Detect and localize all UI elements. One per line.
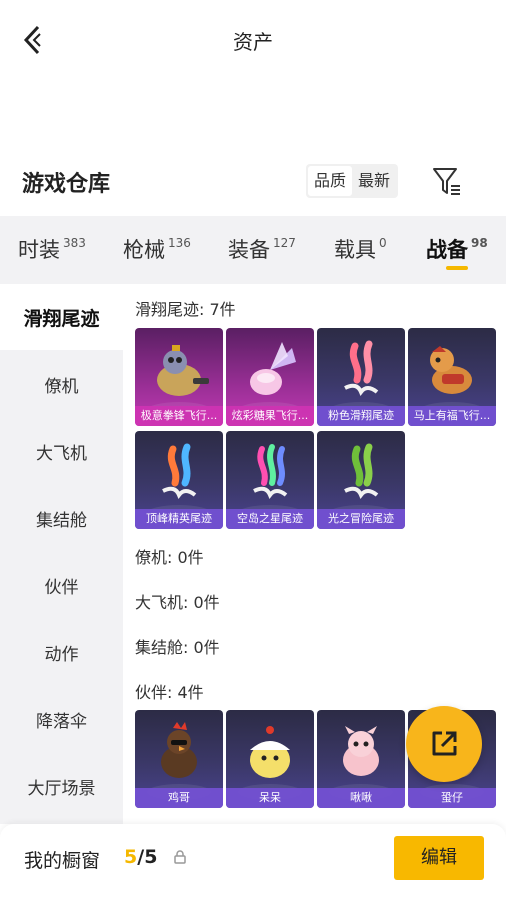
- item-name: 炫彩糖果飞行...: [226, 406, 314, 426]
- tab-count: 127: [273, 236, 296, 250]
- page-title: 资产: [233, 30, 273, 54]
- item-card[interactable]: 鸡哥: [135, 710, 223, 808]
- showcase-label: 我的橱窗: [24, 850, 101, 872]
- green-trail-icon: [344, 443, 379, 500]
- tab-guns[interactable]: 枪械 136: [123, 234, 191, 264]
- sidebar-item-partner[interactable]: 伙伴: [0, 552, 123, 618]
- tab-count: 98: [471, 236, 488, 250]
- tab-count: 383: [63, 236, 86, 250]
- lock-icon: [174, 850, 186, 864]
- item-name: 马上有福飞行...: [408, 406, 496, 426]
- category-tabs: 时装 383 枪械 136 装备 127 载具 0 战备 98: [0, 216, 506, 284]
- item-name: 光之冒险尾迹: [317, 509, 405, 529]
- cat-rider-icon: [157, 345, 209, 396]
- item-card[interactable]: 啾啾: [317, 710, 405, 808]
- tab-combat-gear[interactable]: 战备 98: [426, 234, 488, 264]
- candy-wing-icon: [250, 342, 296, 395]
- item-name: 空岛之星尾迹: [226, 509, 314, 529]
- tab-equipment[interactable]: 装备 127: [228, 234, 296, 264]
- item-name: 呆呆: [226, 788, 314, 808]
- section-header-wingman: 僚机: 0件: [135, 548, 204, 567]
- item-name: 极意拳锋飞行...: [135, 406, 223, 426]
- item-name: 啾啾: [317, 788, 405, 808]
- tab-count: 0: [379, 236, 387, 250]
- horse-icon: [430, 346, 472, 394]
- sidebar-item-wingman[interactable]: 僚机: [0, 351, 123, 417]
- item-card[interactable]: 马上有福飞行...: [408, 328, 496, 426]
- section-header-capsule: 集结舱: 0件: [135, 638, 220, 657]
- tab-label: 战备: [426, 238, 468, 262]
- item-card[interactable]: 顶峰精英尾迹: [135, 431, 223, 529]
- sort-option-quality[interactable]: 品质: [308, 166, 353, 196]
- external-link-icon: [432, 731, 457, 756]
- section-header-big-plane: 大飞机: 0件: [135, 593, 220, 612]
- filter-button[interactable]: [430, 164, 464, 198]
- tab-vehicles[interactable]: 载具 0: [334, 234, 387, 264]
- sort-option-latest[interactable]: 最新: [352, 166, 396, 196]
- item-card[interactable]: 呆呆: [226, 710, 314, 808]
- filter-icon: [433, 168, 460, 195]
- tab-label: 载具: [334, 238, 376, 262]
- item-card[interactable]: 空岛之星尾迹: [226, 431, 314, 529]
- tab-fashion[interactable]: 时装 383: [18, 234, 86, 264]
- chick-icon: [250, 726, 290, 778]
- item-card[interactable]: 极意拳锋飞行...: [135, 328, 223, 426]
- pink-pet-icon: [343, 726, 379, 776]
- item-card[interactable]: 炫彩糖果飞行...: [226, 328, 314, 426]
- share-button[interactable]: [406, 706, 482, 782]
- top-bar: 资产: [0, 0, 506, 80]
- assets-page: 资产 游戏仓库 品质 最新 时装 383 枪械 136 装备 127 载具 0 战备 98…: [0, 0, 506, 897]
- rainbow-trail-icon: [253, 444, 288, 500]
- pink-trail-icon: [344, 340, 379, 397]
- sidebar-item-parachute[interactable]: 降落伞: [0, 686, 123, 752]
- item-name: 蛩仔: [408, 788, 496, 808]
- subcategory-sidebar: 滑翔尾迹 僚机 大飞机 集结舱 伙伴 动作 降落伞 大厅场景: [0, 284, 123, 824]
- sidebar-item-emote[interactable]: 动作: [0, 619, 123, 685]
- sidebar-item-lobby-scene[interactable]: 大厅场景: [0, 753, 123, 819]
- sidebar-item-capsule[interactable]: 集结舱: [0, 485, 123, 551]
- item-card[interactable]: 光之冒险尾迹: [317, 431, 405, 529]
- showcase-max: 5: [144, 846, 158, 868]
- section-header-trails: 滑翔尾迹: 7件: [135, 300, 236, 319]
- showcase-bar: 我的橱窗 5/5 编辑: [0, 824, 506, 897]
- tab-label: 枪械: [123, 238, 165, 262]
- rooster-icon: [161, 722, 197, 778]
- sidebar-item-big-plane[interactable]: 大飞机: [0, 418, 123, 484]
- tab-label: 装备: [228, 238, 270, 262]
- showcase-current: 5: [124, 846, 138, 868]
- warehouse-title: 游戏仓库: [22, 172, 111, 197]
- elite-trail-icon: [162, 443, 197, 500]
- tab-count: 136: [168, 236, 191, 250]
- item-name: 粉色滑翔尾迹: [317, 406, 405, 426]
- item-card[interactable]: 粉色滑翔尾迹: [317, 328, 405, 426]
- active-tab-indicator: [446, 266, 468, 270]
- item-name: 顶峰精英尾迹: [135, 509, 223, 529]
- tab-label: 时装: [18, 238, 60, 262]
- showcase-count: 5/5: [124, 846, 157, 868]
- sidebar-item-glide-trail[interactable]: 滑翔尾迹: [0, 284, 123, 350]
- sort-toggle: 品质 最新: [306, 164, 399, 198]
- item-name: 鸡哥: [135, 788, 223, 808]
- section-header-partners: 伙伴: 4件: [135, 683, 204, 702]
- edit-button[interactable]: 编辑: [394, 836, 484, 880]
